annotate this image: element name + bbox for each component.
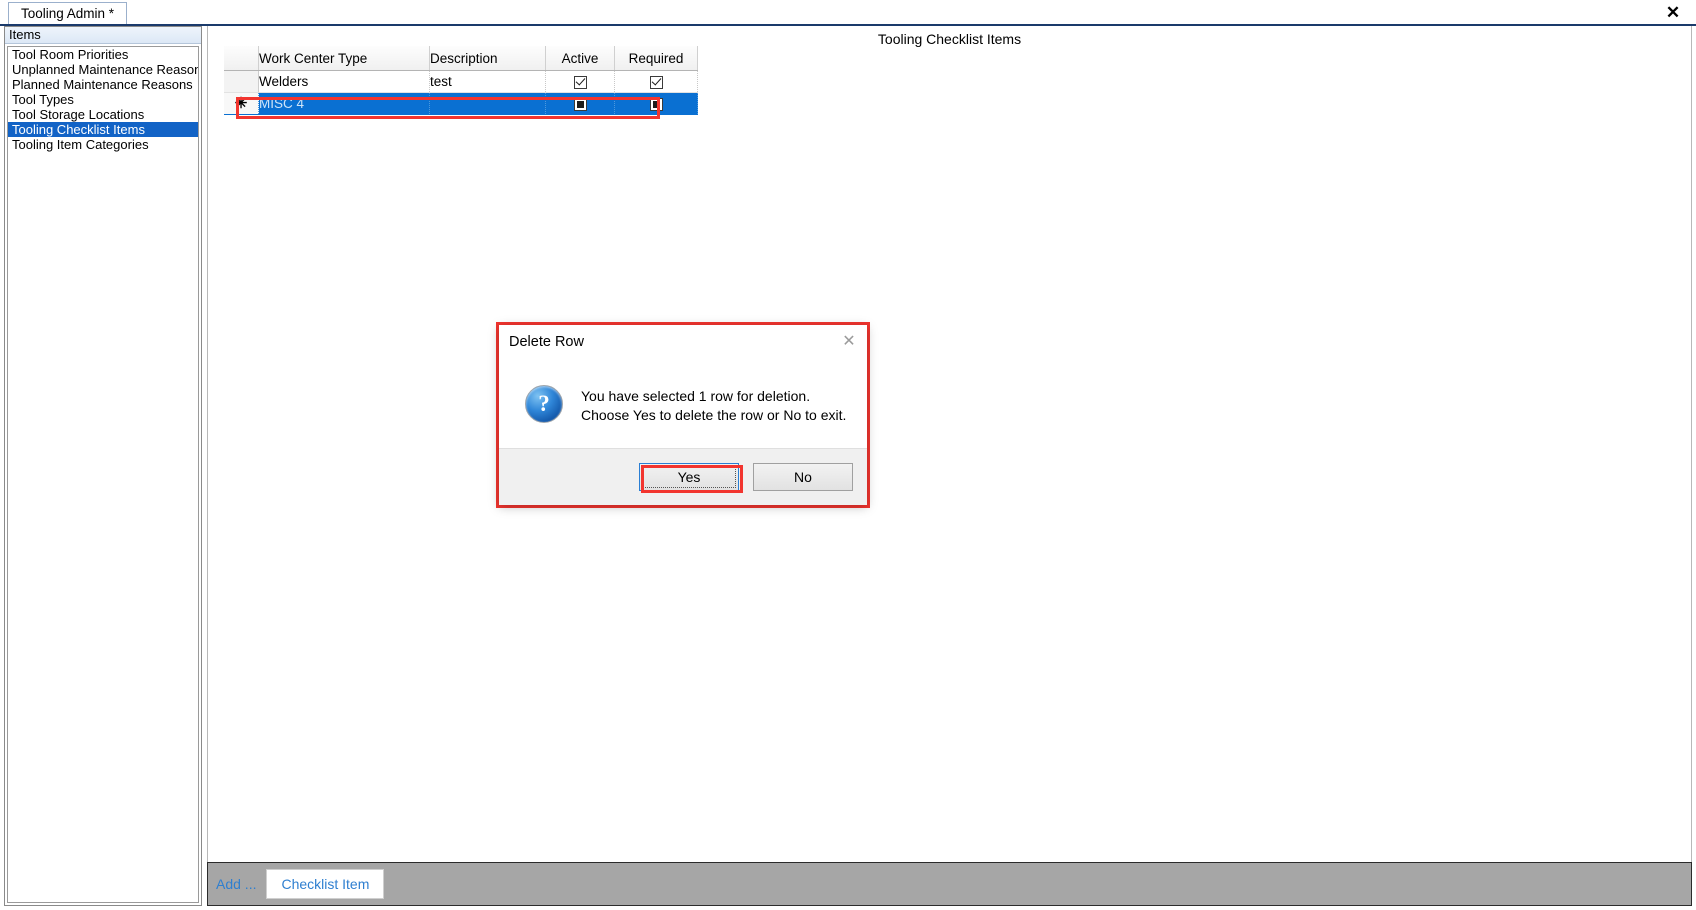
page-title: Tooling Checklist Items — [877, 31, 1022, 47]
document-tab-label: Tooling Admin * — [21, 6, 115, 21]
sidebar-item-planned-maintenance-reasons[interactable]: Planned Maintenance Reasons — [8, 77, 198, 92]
column-header-label: Required — [628, 50, 684, 66]
active-checkbox[interactable] — [573, 97, 587, 111]
sidebar-item-label: Tool Types — [12, 92, 74, 107]
dialog-close-icon[interactable]: ✕ — [837, 330, 861, 354]
sidebar-item-tooling-checklist-items[interactable]: Tooling Checklist Items — [8, 122, 198, 137]
delete-row-dialog-highlight: Delete Row ✕ ? You have selected 1 row f… — [496, 322, 870, 508]
sidebar-item-tool-room-priorities[interactable]: Tool Room Priorities — [8, 47, 198, 62]
items-list[interactable]: Tool Room Priorities Unplanned Maintenan… — [7, 46, 199, 903]
active-checkbox[interactable] — [573, 75, 587, 89]
bottom-toolbar: Add ... Checklist Item — [207, 862, 1692, 906]
cell-active[interactable] — [545, 70, 615, 93]
grid-header-row: Work Center Type Description Active Requ… — [224, 46, 698, 71]
new-row-asterisk-icon: ✳ — [234, 94, 248, 112]
cell-value: MISC 4 — [259, 96, 305, 111]
sidebar-item-label: Unplanned Maintenance Reasons — [12, 62, 199, 77]
column-header-label: Work Center Type — [259, 50, 368, 66]
items-panel-header-label: Items — [9, 27, 41, 42]
sidebar-item-label: Tooling Checklist Items — [12, 122, 145, 137]
dialog-body: ? You have selected 1 row for deletion. … — [499, 359, 867, 448]
row-selector[interactable]: ✳ — [224, 92, 259, 115]
window-tab-strip: Tooling Admin * ✕ — [0, 0, 1696, 26]
question-icon-glyph: ? — [538, 391, 550, 416]
table-row[interactable]: Welders test — [224, 70, 698, 93]
column-header-label: Active — [561, 50, 599, 66]
column-header-active[interactable]: Active — [545, 46, 615, 71]
close-icon-glyph: ✕ — [1665, 2, 1681, 22]
cell-required[interactable] — [614, 70, 698, 93]
column-header-required[interactable]: Required — [614, 46, 698, 71]
no-button[interactable]: No — [753, 463, 853, 491]
sidebar-item-tool-types[interactable]: Tool Types — [8, 92, 198, 107]
add-label: Add ... — [216, 876, 257, 892]
yes-button[interactable]: Yes — [639, 463, 739, 491]
delete-row-dialog: Delete Row ✕ ? You have selected 1 row f… — [499, 325, 867, 505]
sidebar-item-label: Tooling Item Categories — [12, 137, 149, 152]
grid-body: Welders test ✳ MISC 4 — [224, 70, 698, 115]
cell-description[interactable]: test — [429, 70, 546, 93]
cell-work-center-type[interactable]: MISC 4 — [258, 92, 430, 115]
dialog-titlebar: Delete Row ✕ — [499, 325, 867, 359]
dialog-message: You have selected 1 row for deletion. Ch… — [581, 385, 846, 425]
sidebar-item-label: Tool Room Priorities — [12, 47, 129, 62]
sidebar-item-label: Tool Storage Locations — [12, 107, 145, 122]
sidebar-item-tool-storage-locations[interactable]: Tool Storage Locations — [8, 107, 198, 122]
column-header-label: Description — [430, 50, 498, 66]
dialog-title: Delete Row — [509, 334, 584, 350]
cell-description[interactable] — [429, 92, 546, 115]
cell-active[interactable] — [545, 92, 615, 115]
sidebar-item-unplanned-maintenance-reasons[interactable]: Unplanned Maintenance Reasons — [8, 62, 198, 77]
sidebar-item-tooling-item-categories[interactable]: Tooling Item Categories — [8, 137, 198, 152]
cell-value: test — [430, 74, 452, 89]
table-row[interactable]: ✳ MISC 4 — [224, 92, 698, 115]
main-content-area: Tooling Checklist Items Work Center Type… — [207, 26, 1692, 881]
dialog-message-line-1: You have selected 1 row for deletion. — [581, 388, 811, 404]
dialog-footer: Yes No — [499, 448, 867, 505]
cell-required[interactable] — [614, 92, 698, 115]
column-header-description[interactable]: Description — [429, 46, 546, 71]
document-tab-tooling-admin[interactable]: Tooling Admin * — [8, 2, 128, 24]
cell-work-center-type[interactable]: Welders — [258, 70, 430, 93]
items-panel-header: Items — [5, 27, 201, 44]
items-panel: Items Tool Room Priorities Unplanned Mai… — [4, 26, 202, 906]
close-icon[interactable]: ✕ — [1660, 1, 1686, 23]
sidebar-item-label: Planned Maintenance Reasons — [12, 77, 193, 92]
add-checklist-item-button[interactable]: Checklist Item — [266, 869, 385, 899]
dialog-close-icon-glyph: ✕ — [842, 333, 856, 350]
question-icon: ? — [525, 385, 563, 423]
checklist-items-grid[interactable]: Work Center Type Description Active Requ… — [224, 46, 698, 115]
dialog-message-line-2: Choose Yes to delete the row or No to ex… — [581, 407, 847, 423]
cell-value: Welders — [259, 74, 309, 89]
required-checkbox[interactable] — [649, 97, 663, 111]
required-checkbox[interactable] — [649, 75, 663, 89]
grid-corner-header — [224, 46, 259, 71]
row-selector[interactable] — [224, 70, 259, 93]
column-header-work-center-type[interactable]: Work Center Type — [258, 46, 430, 71]
